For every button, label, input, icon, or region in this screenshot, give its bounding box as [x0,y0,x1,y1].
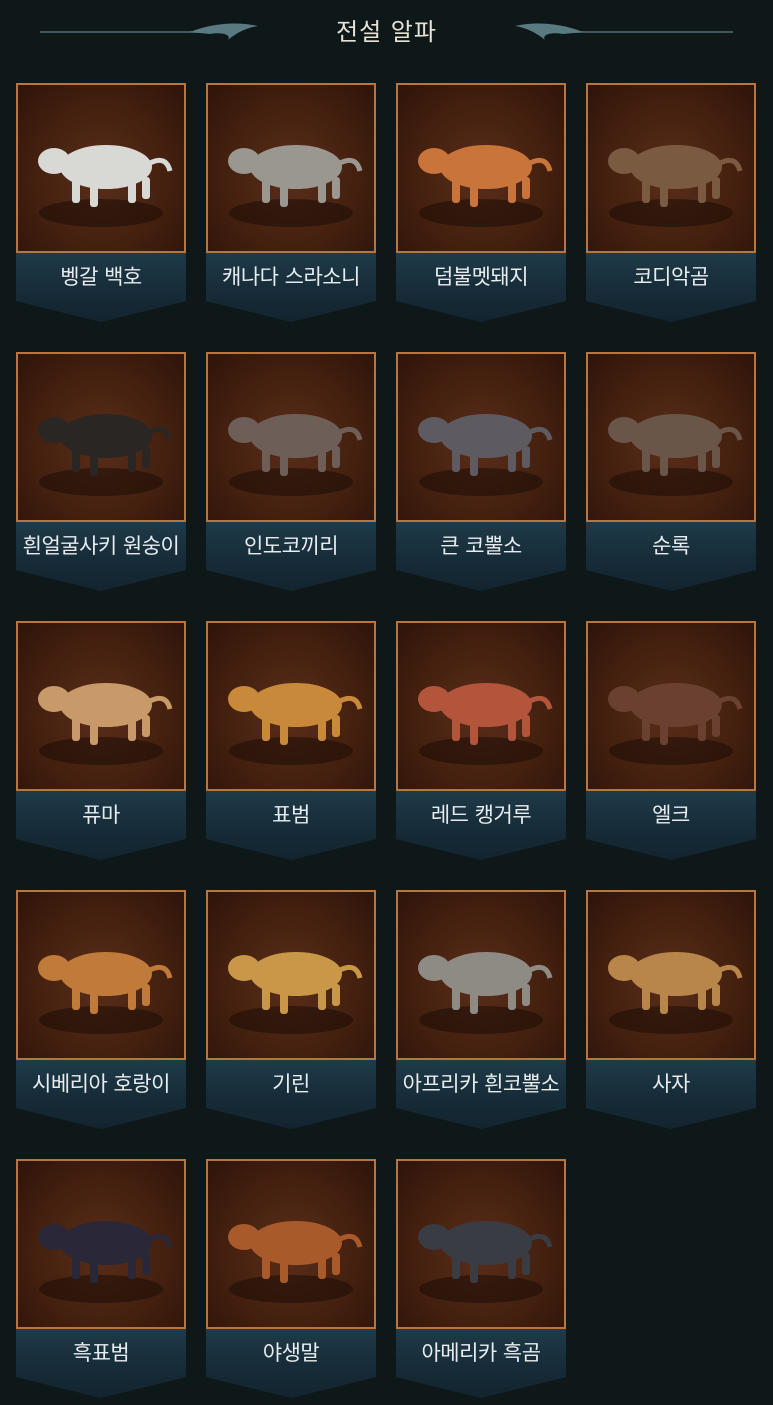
animal-label-banner: 큰 코뿔소 [396,522,566,591]
animal-thumbnail [396,83,566,253]
giraffe-icon [228,952,363,1034]
animal-thumbnail [16,1159,186,1329]
animal-thumbnail [206,1159,376,1329]
animal-thumbnail [16,83,186,253]
animal-thumbnail [16,621,186,791]
right-ornament-icon [515,23,733,40]
animal-card[interactable]: 캐나다 스라소니 [206,83,376,322]
kodiak-bear-icon [608,145,743,227]
animal-thumbnail [586,83,756,253]
animal-label-banner: 시베리아 호랑이 [16,1060,186,1129]
elk-icon [608,683,743,765]
animal-label-banner: 레드 캥거루 [396,791,566,860]
animal-card[interactable]: 표범 [206,621,376,860]
animal-label-banner: 흑표범 [16,1329,186,1398]
puma-icon [38,683,173,765]
animal-label-banner: 사자 [586,1060,756,1129]
animal-label-banner: 표범 [206,791,376,860]
leopard-icon [228,683,363,765]
animal-card[interactable]: 코디악곰 [586,83,756,322]
black-panther-icon [38,1221,173,1303]
header: 전설 알파 [0,0,773,60]
elephant-icon [228,414,363,496]
animal-card[interactable]: 벵갈 백호 [16,83,186,322]
animal-name: 표범 [272,803,310,827]
animal-thumbnail [16,352,186,522]
white-tiger-icon [38,145,173,227]
lion-icon [608,952,743,1034]
white-rhino-icon [418,952,553,1034]
animal-label-banner: 덤불멧돼지 [396,253,566,322]
animal-name: 큰 코뿔소 [440,534,522,558]
animal-card[interactable]: 퓨마 [16,621,186,860]
animal-card[interactable]: 레드 캥거루 [396,621,566,860]
animal-name: 흑표범 [72,1341,130,1365]
animal-label-banner: 아메리카 흑곰 [396,1329,566,1398]
animal-label-banner: 퓨마 [16,791,186,860]
indian-rhino-icon [418,414,553,496]
animal-label-banner: 인도코끼리 [206,522,376,591]
animal-thumbnail [396,890,566,1060]
animal-name: 시베리아 호랑이 [32,1072,170,1096]
animal-name: 아메리카 흑곰 [421,1341,541,1365]
animal-card[interactable]: 순록 [586,352,756,591]
animal-name: 아프리카 흰코뿔소 [402,1072,560,1096]
animal-label-banner: 아프리카 흰코뿔소 [396,1060,566,1129]
animal-thumbnail [206,621,376,791]
animal-card[interactable]: 아메리카 흑곰 [396,1159,566,1398]
black-bear-icon [418,1221,553,1303]
animal-name: 덤불멧돼지 [433,265,529,289]
lynx-icon [228,145,363,227]
bushpig-icon [418,145,553,227]
wild-horse-icon [228,1221,363,1303]
animal-thumbnail [586,352,756,522]
kangaroo-icon [418,683,553,765]
animal-label-banner: 벵갈 백호 [16,253,186,322]
siberian-tiger-icon [38,952,173,1034]
animal-grid: 벵갈 백호 캐나다 스라소니 덤불멧돼지 코디악곰흰얼굴사키 원숭이 인도코끼리 큰 코뿔… [16,83,756,1398]
animal-label-banner: 야생말 [206,1329,376,1398]
animal-label-banner: 엘크 [586,791,756,860]
animal-thumbnail [396,1159,566,1329]
animal-thumbnail [16,890,186,1060]
animal-thumbnail [206,83,376,253]
animal-thumbnail [206,890,376,1060]
animal-name: 기린 [272,1072,310,1096]
animal-name: 엘크 [652,803,690,827]
animal-name: 레드 캥거루 [430,803,532,827]
animal-name: 인도코끼리 [243,534,339,558]
animal-name: 코디악곰 [633,265,709,289]
animal-name: 퓨마 [82,803,120,827]
animal-card[interactable]: 기린 [206,890,376,1129]
reindeer-icon [608,414,743,496]
animal-card[interactable]: 사자 [586,890,756,1129]
animal-thumbnail [396,621,566,791]
animal-label-banner: 흰얼굴사키 원숭이 [16,522,186,591]
animal-label-banner: 순록 [586,522,756,591]
animal-card[interactable]: 흑표범 [16,1159,186,1398]
animal-name: 야생말 [262,1341,320,1365]
animal-thumbnail [586,621,756,791]
animal-name: 사자 [652,1072,690,1096]
animal-label-banner: 캐나다 스라소니 [206,253,376,322]
animal-card[interactable]: 시베리아 호랑이 [16,890,186,1129]
saki-monkey-icon [38,414,173,496]
animal-card[interactable]: 아프리카 흰코뿔소 [396,890,566,1129]
animal-name: 흰얼굴사키 원숭이 [22,534,180,558]
animal-card[interactable]: 덤불멧돼지 [396,83,566,322]
animal-card[interactable]: 인도코끼리 [206,352,376,591]
animal-thumbnail [206,352,376,522]
animal-card[interactable]: 엘크 [586,621,756,860]
animal-label-banner: 코디악곰 [586,253,756,322]
animal-name: 벵갈 백호 [60,265,142,289]
animal-card[interactable]: 큰 코뿔소 [396,352,566,591]
animal-name: 캐나다 스라소니 [222,265,360,289]
animal-card[interactable]: 야생말 [206,1159,376,1398]
animal-card[interactable]: 흰얼굴사키 원숭이 [16,352,186,591]
animal-thumbnail [396,352,566,522]
animal-name: 순록 [652,534,690,558]
animal-label-banner: 기린 [206,1060,376,1129]
animal-thumbnail [586,890,756,1060]
